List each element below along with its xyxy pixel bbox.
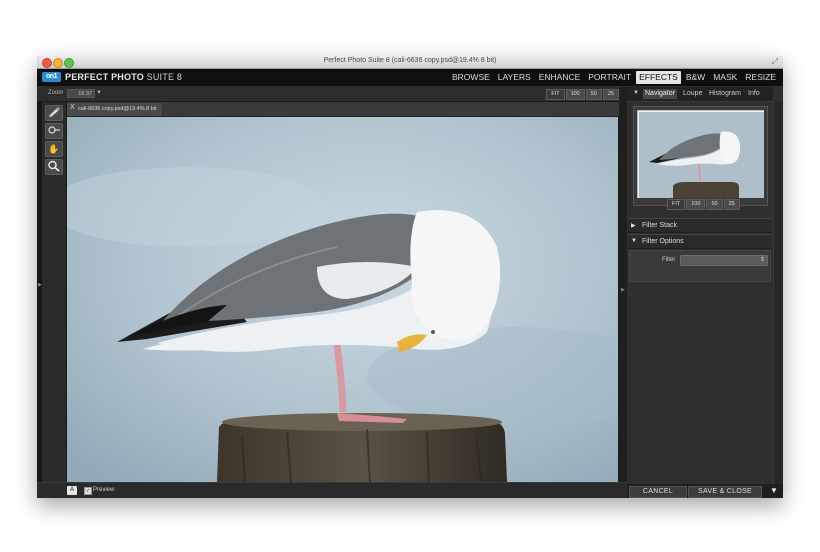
zoom-label: Zoom (48, 90, 64, 96)
zoom-100-button[interactable]: 100 (565, 89, 585, 100)
document-tabbar: X cali-6636 copy.psd@19.4% 8 bit (67, 102, 619, 117)
hand-tool-icon[interactable]: ✋ (45, 141, 63, 157)
tab-info[interactable]: Info (746, 89, 762, 99)
tab-loupe[interactable]: Loupe (681, 89, 704, 99)
image-canvas[interactable] (67, 117, 618, 482)
seagull-photo (67, 117, 618, 482)
nav-100-button[interactable]: 100 (686, 199, 706, 210)
canvas-bottom-bar: A ✓ Preview (37, 482, 627, 498)
expand-left-icon: ▶ (38, 282, 42, 288)
brush-tool-icon[interactable] (45, 105, 63, 121)
navigator-preview[interactable] (633, 106, 768, 206)
action-bar: CANCEL SAVE & CLOSE ▼ (627, 484, 783, 498)
select-stepper-icon: ⇕ (759, 257, 765, 263)
preview-checkbox[interactable]: ✓ (84, 487, 92, 495)
tab-navigator[interactable]: Navigator (643, 89, 677, 99)
expand-arrow-icon: ▶ (631, 223, 636, 229)
right-panel-toggle[interactable]: ▶ (619, 87, 627, 482)
navigator-viewport-frame[interactable] (638, 111, 764, 198)
document-tab-label: cali-6636 copy.psd@19.4% 8 bit (78, 106, 157, 112)
save-close-button[interactable]: SAVE & CLOSE (688, 486, 762, 498)
module-tab-effects[interactable]: EFFECTS (636, 71, 681, 84)
filter-select[interactable]: ⇕ (680, 255, 768, 266)
document-tab[interactable]: X cali-6636 copy.psd@19.4% 8 bit (67, 103, 163, 116)
module-tab-enhance[interactable]: ENHANCE (536, 71, 584, 84)
before-after-button[interactable]: A (67, 486, 77, 495)
close-tab-icon[interactable]: X (70, 104, 75, 111)
zoom-buttons: FIT 100 50 25 (545, 89, 619, 100)
module-tab-layers[interactable]: LAYERS (495, 71, 534, 84)
zoom-fit-button[interactable]: FIT (546, 89, 565, 100)
navigator-zoom-buttons: FIT 100 50 25 (666, 199, 740, 210)
module-tab-b-w[interactable]: B&W (683, 71, 708, 84)
preview-label: Preview (93, 487, 115, 493)
app-name: PERFECT PHOTO SUITE 8 (65, 72, 182, 82)
zoom-dropdown-icon[interactable]: ▼ (96, 90, 102, 96)
logo-icon: on1 (42, 72, 61, 82)
filter-options-label: Filter Options (642, 238, 684, 245)
nav-50-button[interactable]: 50 (706, 199, 723, 210)
filter-stack-header[interactable]: ▶ Filter Stack (628, 218, 771, 233)
module-tab-resize[interactable]: RESIZE (742, 71, 779, 84)
app-header: on1 PERFECT PHOTO SUITE 8 BROWSE LAYERS EN… (37, 69, 783, 87)
collapse-panel-icon[interactable]: ▼ (633, 90, 639, 96)
panel-tabs: ▼ Navigator Loupe Histogram Info (627, 87, 773, 102)
nav-25-button[interactable]: 25 (723, 199, 740, 210)
module-tab-mask[interactable]: MASK (710, 71, 740, 84)
zoom-input[interactable]: 19.37 (67, 89, 95, 98)
right-panel: ▼ Navigator Loupe Histogram Info FIT 100… (627, 87, 783, 498)
expand-right-icon: ▶ (621, 287, 625, 293)
left-panel-toggle[interactable]: ▶ (37, 102, 42, 482)
cancel-button[interactable]: CANCEL (629, 486, 687, 498)
fullscreen-icon[interactable]: ⤢ (772, 57, 778, 67)
window-title: Perfect Photo Suite 8 (cali-6636 copy.ps… (323, 57, 497, 64)
app-name-thin: SUITE 8 (146, 72, 183, 82)
collapse-arrow-icon: ▼ (631, 238, 637, 244)
module-tab-browse[interactable]: BROWSE (449, 71, 493, 84)
filter-stack-label: Filter Stack (642, 222, 678, 229)
window-titlebar[interactable]: Perfect Photo Suite 8 (cali-6636 copy.ps… (37, 56, 783, 69)
canvas-toolbar: Zoom 19.37 ▼ FIT 100 50 25 (37, 87, 619, 102)
zoom-25-button[interactable]: 25 (602, 89, 619, 100)
app-name-bold: PERFECT PHOTO (65, 72, 144, 82)
nav-fit-button[interactable]: FIT (667, 199, 686, 210)
panel-scrollbar[interactable] (773, 101, 783, 484)
navigator-thumbnail (637, 110, 764, 198)
filter-label: Filter (662, 257, 676, 263)
module-tab-portrait[interactable]: PORTRAIT (585, 71, 634, 84)
zoom-50-button[interactable]: 50 (585, 89, 602, 100)
app-window: Perfect Photo Suite 8 (cali-6636 copy.ps… (37, 56, 783, 498)
filter-options-header[interactable]: ▼ Filter Options (628, 234, 771, 249)
mask-brush-icon[interactable] (45, 123, 63, 139)
module-tabs: BROWSE LAYERS ENHANCE PORTRAIT EFFECTS B&W MAS… (447, 71, 779, 84)
save-options-icon[interactable]: ▼ (770, 486, 778, 495)
filter-options-body: Filter ⇕ (629, 250, 771, 282)
tab-histogram[interactable]: Histogram (707, 89, 743, 99)
zoom-tool-icon[interactable] (45, 159, 63, 175)
